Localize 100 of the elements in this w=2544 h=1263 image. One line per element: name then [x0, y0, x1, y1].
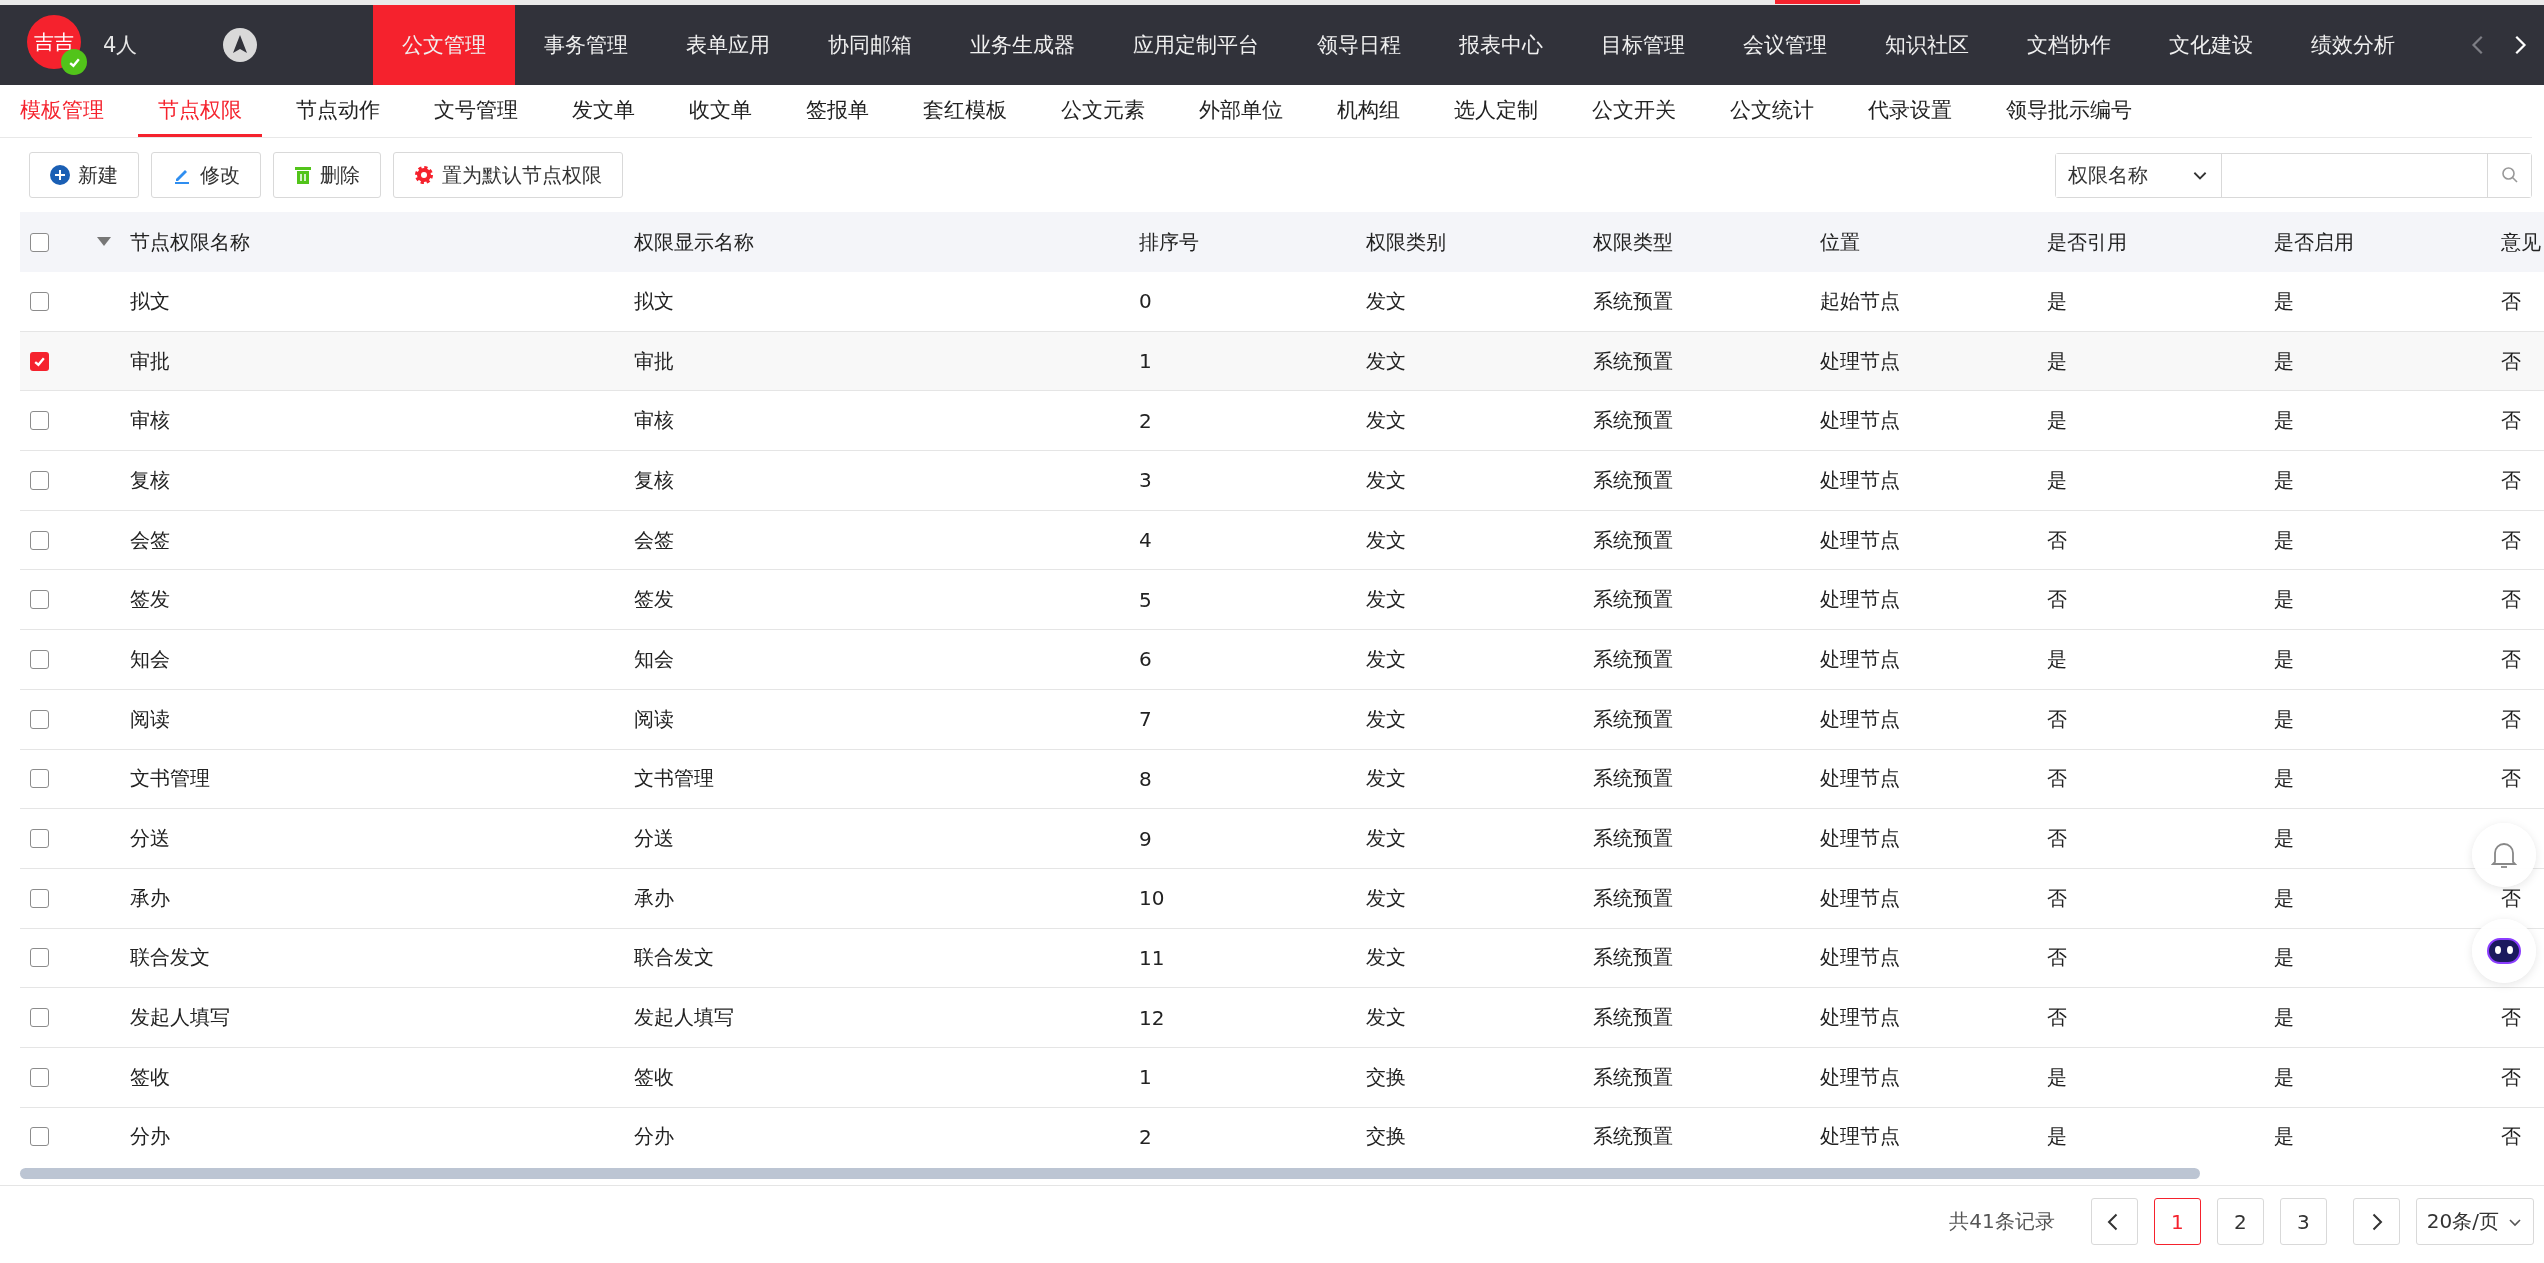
table-cell-text: 文书管理: [130, 765, 211, 793]
column-header: 权限类型: [1593, 228, 1674, 256]
table-cell-text: 是: [2274, 1004, 2295, 1032]
nav-tab[interactable]: 表单应用: [657, 5, 799, 85]
sub-tab[interactable]: 外部单位: [1179, 85, 1303, 137]
table-cell-text: 审批: [634, 347, 675, 375]
nav-tab[interactable]: 领导日程: [1288, 5, 1430, 85]
nav-tab[interactable]: 事务管理: [515, 5, 657, 85]
next-page-button[interactable]: [2352, 1198, 2400, 1245]
table-cell-text: 系统预置: [1593, 1123, 1674, 1151]
row-checkbox[interactable]: [30, 530, 49, 550]
sub-tab[interactable]: 选人定制: [1434, 85, 1558, 137]
table-cell-text: 是: [2274, 347, 2295, 375]
table-cell-text: 发文: [1366, 466, 1407, 494]
nav-tab[interactable]: 文化建设: [2140, 5, 2282, 85]
row-checkbox[interactable]: [30, 590, 49, 610]
sub-tab[interactable]: 公文元素: [1041, 85, 1165, 137]
table-cell-text: 否: [2501, 765, 2522, 793]
select-all-checkbox[interactable]: [30, 232, 49, 252]
prev-page-button[interactable]: [2090, 1198, 2138, 1245]
table-cell-text: 处理节点: [1820, 705, 1901, 733]
row-checkbox[interactable]: [30, 470, 49, 490]
nav-tab[interactable]: 知识社区: [1856, 5, 1998, 85]
table-cell-text: 否: [2047, 825, 2068, 853]
toolbar-button[interactable]: 修改: [151, 152, 261, 198]
table-cell-text: 系统预置: [1593, 1063, 1674, 1091]
row-checkbox[interactable]: [30, 1008, 49, 1028]
page-size-select[interactable]: 20条/页: [2415, 1198, 2534, 1245]
sub-tab[interactable]: 节点动作: [276, 85, 400, 137]
nav-tab[interactable]: 目标管理: [1572, 5, 1714, 85]
nav-tab[interactable]: 报表中心: [1430, 5, 1572, 85]
table-cell-text: 系统预置: [1593, 586, 1674, 614]
column-header: 意见: [2501, 228, 2542, 256]
sub-tab[interactable]: 文号管理: [414, 85, 538, 137]
sub-tab[interactable]: 节点权限: [138, 85, 262, 137]
table-cell-text: 是: [2274, 526, 2295, 554]
row-checkbox[interactable]: [30, 649, 49, 669]
row-checkbox[interactable]: [30, 1067, 49, 1087]
sub-tab[interactable]: 模板管理: [20, 85, 124, 137]
sub-tab[interactable]: 公文统计: [1710, 85, 1834, 137]
sub-tab[interactable]: 收文单: [669, 85, 772, 137]
table-cell-text: 否: [2501, 645, 2522, 673]
page-button[interactable]: 2: [2216, 1198, 2264, 1245]
table-cell-text: 处理节点: [1820, 944, 1901, 972]
toolbar-button[interactable]: 置为默认节点权限: [393, 152, 623, 198]
table-cell-text: 发文: [1366, 1004, 1407, 1032]
horizontal-scrollbar[interactable]: [20, 1168, 2200, 1179]
sub-tab[interactable]: 发文单: [552, 85, 655, 137]
sub-tab[interactable]: 套红模板: [903, 85, 1027, 137]
page-button[interactable]: 3: [2279, 1198, 2327, 1245]
table-cell-text: 8: [1139, 766, 1153, 791]
table-cell-text: 否: [2501, 705, 2522, 733]
table-cell-text: 是: [2047, 407, 2068, 435]
table-row[interactable]: 审批 审批 1 发文 系统预置 处理节点 是 是 否: [20, 331, 2544, 392]
table-cell-text: 发文: [1366, 884, 1407, 912]
row-checkbox[interactable]: [30, 948, 49, 968]
row-checkbox[interactable]: [30, 888, 49, 908]
nav-tab[interactable]: 应用定制平台: [1104, 5, 1288, 85]
bell-icon: [2491, 840, 2517, 870]
row-checkbox[interactable]: [30, 291, 49, 311]
table-cell-text: 2: [1139, 1124, 1153, 1149]
nav-tab[interactable]: 文档协作: [1998, 5, 2140, 85]
sub-tab[interactable]: 代录设置: [1848, 85, 1972, 137]
row-checkbox[interactable]: [30, 1127, 49, 1147]
table-cell-text: 否: [2047, 586, 2068, 614]
sub-tab[interactable]: 签报单: [786, 85, 889, 137]
table-cell-text: 拟文: [634, 287, 675, 315]
sub-tab[interactable]: 公文开关: [1572, 85, 1696, 137]
table-cell-text: 是: [2274, 884, 2295, 912]
sub-tab[interactable]: 机构组: [1317, 85, 1420, 137]
nav-tab[interactable]: 公文管理: [373, 5, 515, 85]
table-cell-text: 分办: [634, 1123, 675, 1151]
nav-tab[interactable]: 会议管理: [1714, 5, 1856, 85]
page-button[interactable]: 1: [2153, 1198, 2201, 1245]
table-cell-text: 12: [1139, 1005, 1166, 1030]
toolbar-button[interactable]: 删除: [273, 152, 381, 198]
table-cell-text: 发文: [1366, 825, 1407, 853]
nav-tab[interactable]: 业务生成器: [941, 5, 1104, 85]
sub-tab[interactable]: 领导批示编号: [1986, 85, 2152, 137]
table-cell-text: 否: [2047, 944, 2068, 972]
row-checkbox[interactable]: [30, 709, 49, 729]
table-cell-text: 分送: [634, 825, 675, 853]
compass-icon[interactable]: [223, 28, 258, 62]
table-cell-text: 否: [2501, 526, 2522, 554]
table-cell-text: 系统预置: [1593, 645, 1674, 673]
row-checkbox[interactable]: [30, 351, 49, 371]
toolbar-button[interactable]: 新建: [29, 152, 139, 198]
nav-tab[interactable]: 协同邮箱: [799, 5, 941, 85]
nav-tab[interactable]: 绩效分析: [2282, 5, 2424, 85]
row-checkbox[interactable]: [30, 411, 49, 431]
table-cell-text: 是: [2274, 466, 2295, 494]
table-cell-text: 处理节点: [1820, 1123, 1901, 1151]
table-cell-text: 是: [2047, 287, 2068, 315]
sort-caret-icon[interactable]: [97, 237, 111, 247]
table-cell-text: 4: [1139, 528, 1153, 553]
table-cell-text: 5: [1139, 587, 1153, 612]
people-count: 4人: [103, 32, 138, 59]
row-checkbox[interactable]: [30, 769, 49, 789]
table-cell-text: 发文: [1366, 944, 1407, 972]
row-checkbox[interactable]: [30, 829, 49, 849]
